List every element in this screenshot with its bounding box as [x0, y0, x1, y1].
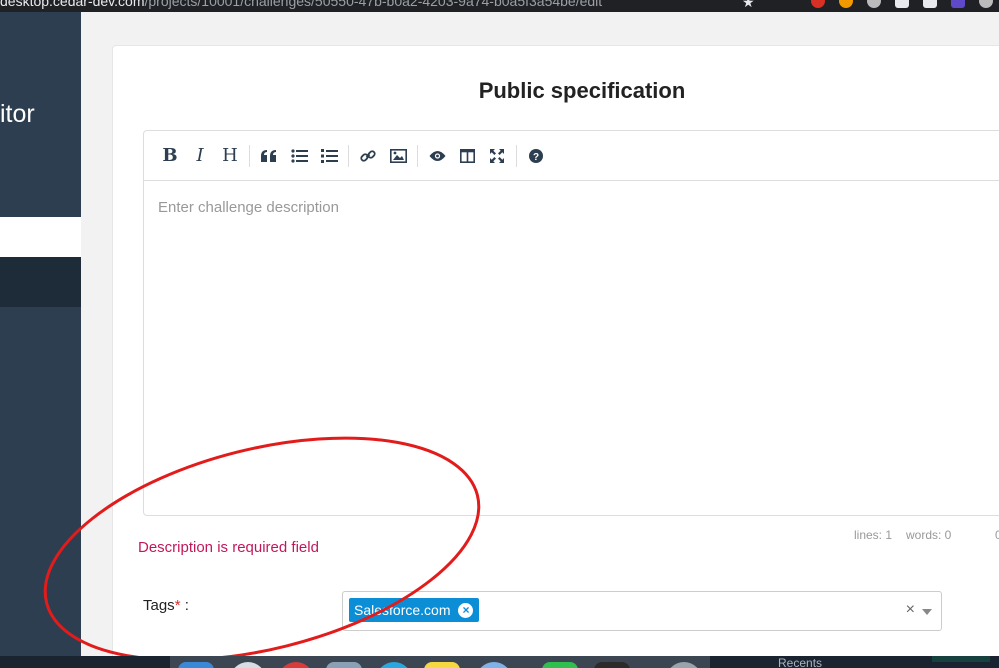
- toolbar-divider: [249, 144, 250, 167]
- help-icon[interactable]: ?: [521, 142, 551, 170]
- unordered-list-icon[interactable]: [284, 142, 314, 170]
- dock-app-icon[interactable]: [476, 662, 512, 668]
- sidebar-item-active[interactable]: [0, 257, 81, 307]
- specification-card: Public specification B I H ? Enter chall…: [112, 45, 999, 668]
- dock-app-icon[interactable]: [278, 662, 314, 668]
- clear-tags-icon[interactable]: ×: [906, 601, 915, 619]
- extension-icon[interactable]: [979, 0, 993, 8]
- editor-toolbar: B I H ?: [144, 131, 999, 181]
- bookmark-star-icon[interactable]: ★: [742, 0, 755, 11]
- toolbar-divider: [348, 144, 349, 167]
- heading-icon[interactable]: H: [215, 142, 245, 170]
- preview-eye-icon[interactable]: [422, 142, 452, 170]
- dock-app-icon[interactable]: [594, 662, 630, 668]
- ordered-list-icon[interactable]: [314, 142, 344, 170]
- dock-app-icon[interactable]: [178, 662, 214, 668]
- dock-indicator: [932, 656, 990, 662]
- bold-icon[interactable]: B: [155, 142, 185, 170]
- macos-dock: Recents: [0, 656, 999, 668]
- recents-label[interactable]: Recents: [778, 656, 822, 668]
- dock-app-icon[interactable]: [666, 662, 702, 668]
- side-by-side-icon[interactable]: [452, 142, 482, 170]
- status-characters: 0: [995, 528, 999, 542]
- extension-icon[interactable]: [839, 0, 853, 8]
- link-icon[interactable]: [353, 142, 383, 170]
- quote-icon[interactable]: [254, 142, 284, 170]
- svg-text:?: ?: [533, 152, 539, 163]
- status-words: words: 0: [906, 528, 952, 542]
- url-path: /projects/10001/challenges/50550-47b-b0a…: [144, 0, 603, 9]
- dock-app-icon[interactable]: [230, 662, 266, 668]
- tags-select[interactable]: Salesforce.com × ×: [342, 591, 942, 631]
- dock-app-icon[interactable]: [542, 662, 578, 668]
- browser-address-bar[interactable]: desktop.cedar-dev.com/projects/10001/cha…: [0, 0, 999, 12]
- dock-strip: [170, 656, 710, 668]
- dock-app-icon[interactable]: [326, 662, 362, 668]
- markdown-editor[interactable]: B I H ? Enter challenge description: [143, 130, 999, 516]
- extension-icons: [811, 0, 993, 8]
- extension-icon[interactable]: [867, 0, 881, 8]
- dock-app-icon[interactable]: [424, 662, 460, 668]
- extension-icon[interactable]: [923, 0, 937, 8]
- screen: desktop.cedar-dev.com/projects/10001/cha…: [0, 0, 999, 668]
- tags-label: Tags* :: [143, 597, 189, 614]
- editor-placeholder[interactable]: Enter challenge description: [158, 199, 339, 216]
- tag-remove-icon[interactable]: ×: [458, 602, 474, 618]
- tags-label-text: Tags: [143, 597, 175, 614]
- extension-icon[interactable]: [951, 0, 965, 8]
- tags-label-suffix: :: [180, 597, 189, 614]
- image-icon[interactable]: [383, 142, 413, 170]
- tag-chip: Salesforce.com ×: [349, 598, 480, 622]
- extension-icon[interactable]: [895, 0, 909, 8]
- sidebar-title: itor: [0, 100, 35, 128]
- validation-error: Description is required field: [138, 539, 319, 556]
- extension-icon[interactable]: [811, 0, 825, 8]
- dropdown-arrow-icon[interactable]: [922, 609, 932, 615]
- page-title: Public specification: [478, 78, 686, 103]
- sidebar: itor: [0, 12, 81, 656]
- fullscreen-icon[interactable]: [482, 142, 512, 170]
- main-content: Public specification B I H ? Enter chall…: [81, 12, 999, 668]
- toolbar-divider: [516, 144, 517, 167]
- sidebar-item-selected[interactable]: [0, 217, 81, 257]
- toolbar-divider: [417, 144, 418, 167]
- status-lines: lines: 1: [854, 528, 893, 542]
- url-text[interactable]: desktop.cedar-dev.com/projects/10001/cha…: [0, 0, 602, 9]
- dock-app-icon[interactable]: [376, 662, 412, 668]
- italic-icon[interactable]: I: [185, 142, 215, 170]
- tag-chip-label: Salesforce.com: [354, 602, 451, 618]
- url-host: desktop.cedar-dev.com: [0, 0, 145, 9]
